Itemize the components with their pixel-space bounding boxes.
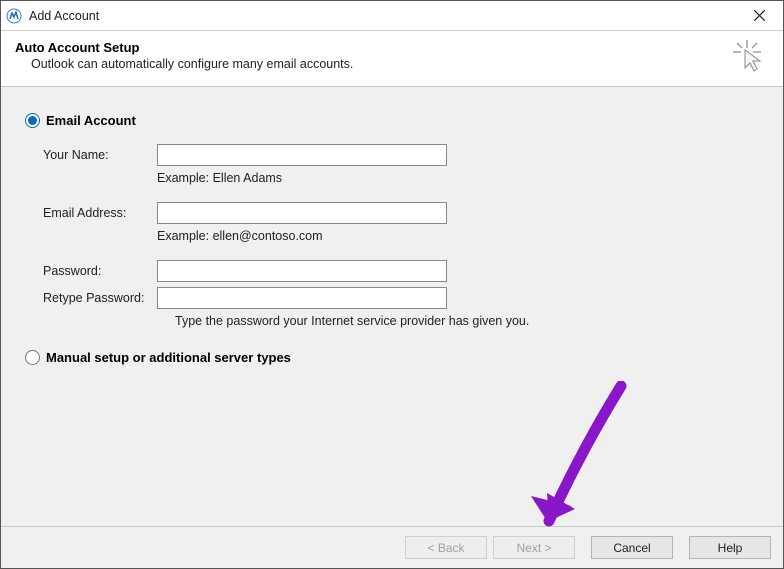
app-icon (5, 7, 23, 25)
window-title: Add Account (29, 9, 739, 23)
close-button[interactable] (739, 2, 779, 30)
next-button: Next > (493, 536, 575, 559)
titlebar: Add Account (1, 1, 783, 31)
wizard-content: Email Account Your Name: Example: Ellen … (1, 87, 783, 365)
email-hint: Example: ellen@contoso.com (157, 229, 759, 243)
your-name-label: Your Name: (43, 148, 157, 162)
radio-email-account[interactable] (25, 113, 40, 128)
cancel-button[interactable]: Cancel (591, 536, 673, 559)
radio-email-account-label: Email Account (46, 113, 136, 128)
password-label: Password: (43, 264, 157, 278)
retype-password-input[interactable] (157, 287, 447, 309)
radio-manual-setup[interactable] (25, 350, 40, 365)
wizard-title: Auto Account Setup (15, 40, 733, 55)
wizard-subtitle: Outlook can automatically configure many… (31, 57, 733, 71)
password-input[interactable] (157, 260, 447, 282)
radio-manual-setup-label: Manual setup or additional server types (46, 350, 291, 365)
wizard-header: Auto Account Setup Outlook can automatic… (1, 31, 783, 87)
your-name-input[interactable] (157, 144, 447, 166)
cursor-click-icon (733, 40, 767, 74)
retype-password-label: Retype Password: (43, 291, 157, 305)
email-input[interactable] (157, 202, 447, 224)
your-name-hint: Example: Ellen Adams (157, 171, 759, 185)
help-button[interactable]: Help (689, 536, 771, 559)
option-email-account[interactable]: Email Account (25, 113, 759, 128)
form-area: Your Name: Example: Ellen Adams Email Ad… (43, 144, 759, 328)
option-manual-setup[interactable]: Manual setup or additional server types (25, 350, 759, 365)
wizard-buttons: < Back Next > Cancel Help (1, 526, 783, 568)
back-button: < Back (405, 536, 487, 559)
email-label: Email Address: (43, 206, 157, 220)
password-hint: Type the password your Internet service … (175, 314, 759, 328)
